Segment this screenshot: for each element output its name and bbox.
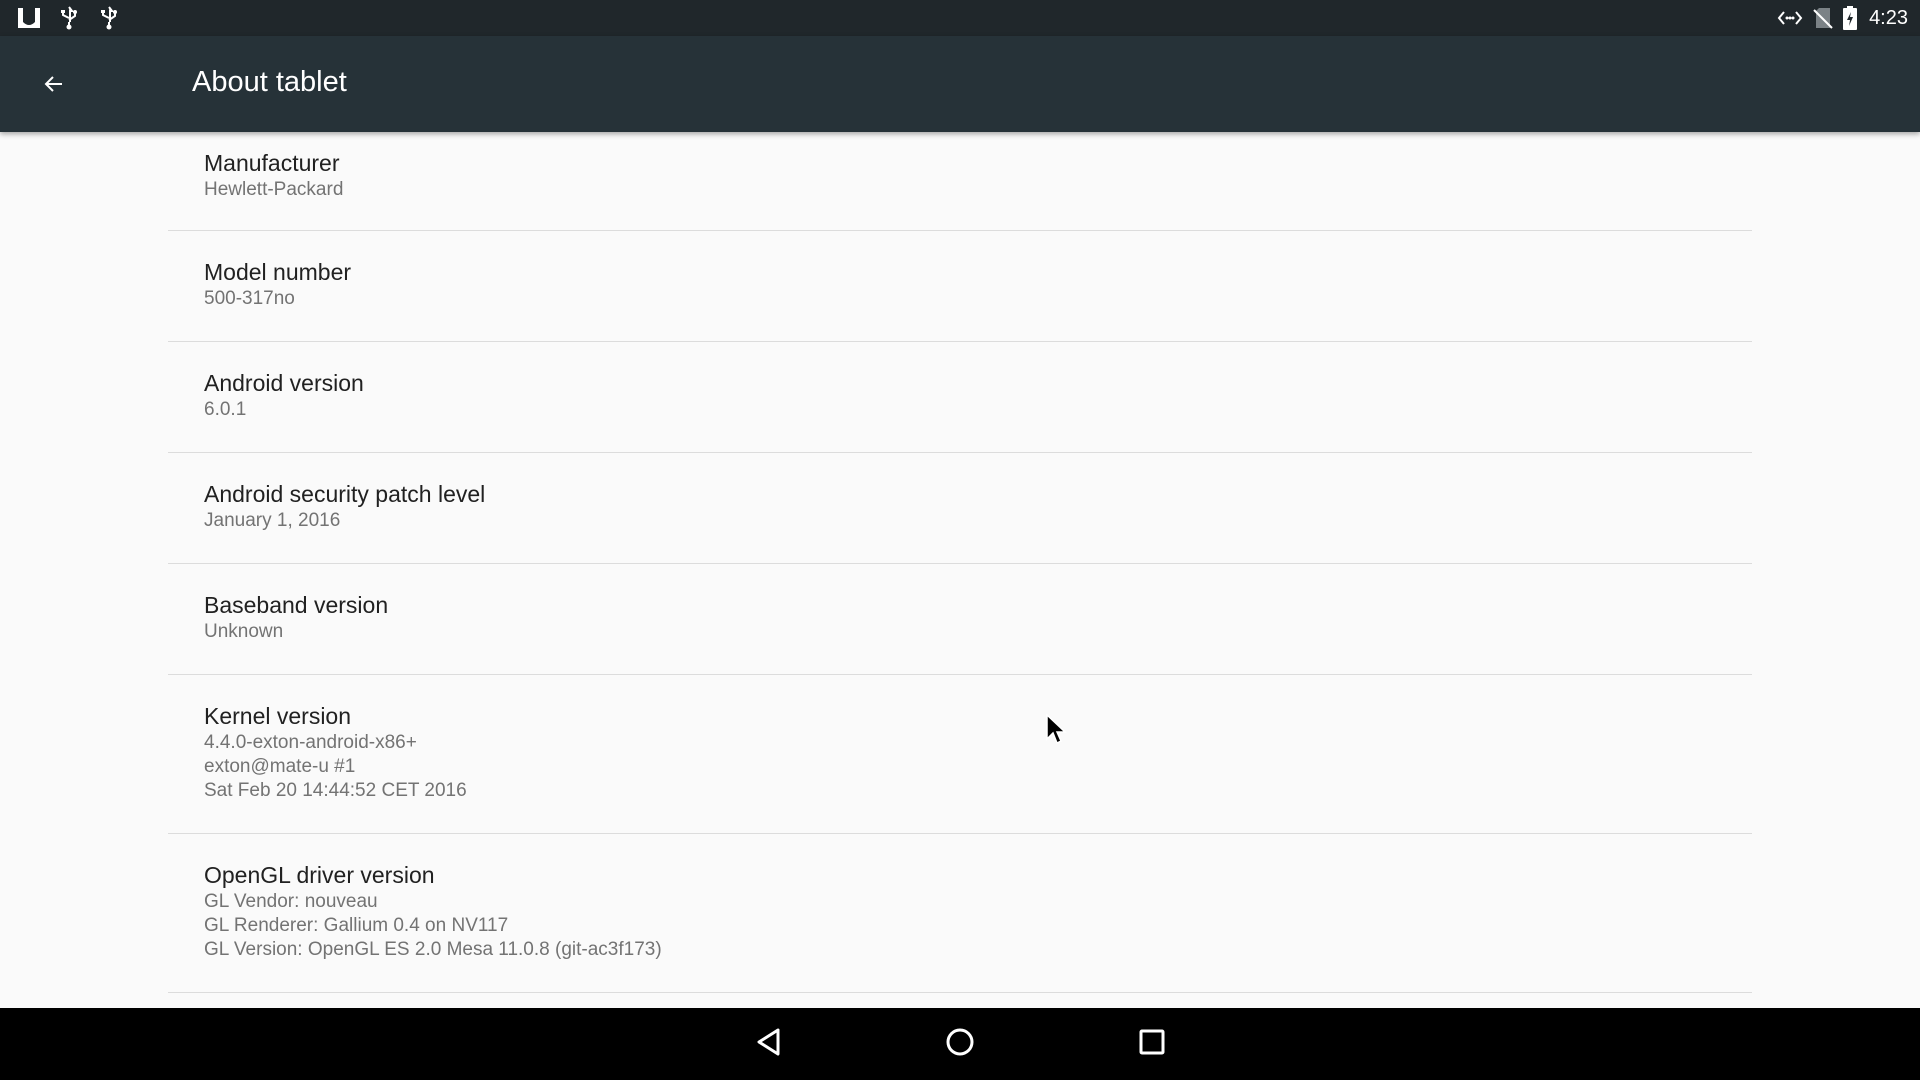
- item-value: January 1, 2016: [204, 509, 1752, 533]
- value-line: Unknown: [204, 621, 284, 642]
- value-line: GL Version: OpenGL ES 2.0 Mesa 11.0.8 (g…: [204, 939, 662, 960]
- no-sim-icon: [1813, 6, 1833, 30]
- back-button[interactable]: [28, 60, 80, 112]
- value-line: January 1, 2016: [204, 510, 341, 531]
- value-line: GL Vendor: nouveau: [204, 891, 378, 912]
- status-left-icons: [16, 4, 136, 32]
- value-line: 4.4.0-exton-android-x86+: [204, 732, 417, 753]
- list-item-security-patch[interactable]: Android security patch level January 1, …: [168, 453, 1752, 564]
- arrow-back-icon: [44, 74, 64, 99]
- item-title: Kernel version: [204, 703, 352, 729]
- status-clock: 4:23: [1869, 6, 1908, 29]
- item-value: 500-317no: [204, 287, 1752, 311]
- back-triangle-icon: [754, 1027, 784, 1062]
- item-value: 6.0.1: [204, 398, 1752, 422]
- item-title: Manufacturer: [204, 150, 340, 176]
- list-item-model-number[interactable]: Model number 500-317no: [168, 231, 1752, 342]
- data-transfer-icon: [1777, 6, 1803, 30]
- list-item-android-version[interactable]: Android version 6.0.1: [168, 342, 1752, 453]
- item-title: Android security patch level: [204, 481, 486, 507]
- item-value: 4.4.0-exton-android-x86+ exton@mate-u #1…: [204, 731, 1752, 803]
- nav-back-button[interactable]: [737, 1020, 801, 1068]
- item-value: Unknown: [204, 620, 1752, 644]
- list-item-opengl-driver-version[interactable]: OpenGL driver version GL Vendor: nouveau…: [168, 834, 1752, 993]
- item-value: GL Vendor: nouveau GL Renderer: Gallium …: [204, 890, 1752, 962]
- value-line: 6.0.1: [204, 399, 247, 420]
- navigation-bar: [0, 1008, 1920, 1080]
- item-title: Android version: [204, 370, 364, 396]
- value-line: exton@mate-u #1: [204, 756, 356, 777]
- status-bar: 4:23: [0, 0, 1920, 36]
- value-line: Sat Feb 20 14:44:52 CET 2016: [204, 780, 467, 801]
- list-item-manufacturer[interactable]: Manufacturer Hewlett-Packard: [168, 132, 1752, 231]
- recents-square-icon: [1138, 1028, 1166, 1061]
- app-bar: About tablet: [0, 36, 1920, 132]
- list-item-kernel-version[interactable]: Kernel version 4.4.0-exton-android-x86+ …: [168, 675, 1752, 834]
- item-value: Hewlett-Packard: [204, 178, 1752, 202]
- battery-charging-icon: [1843, 6, 1858, 30]
- home-circle-icon: [945, 1027, 975, 1062]
- item-title: OpenGL driver version: [204, 862, 435, 888]
- page-title: About tablet: [192, 66, 347, 98]
- value-line: Hewlett-Packard: [204, 179, 344, 200]
- mouse-cursor-icon: [1046, 713, 1068, 751]
- nav-home-button[interactable]: [928, 1020, 992, 1068]
- settings-content[interactable]: Manufacturer Hewlett-Packard Model numbe…: [0, 132, 1920, 1008]
- app-notification-icon: [16, 4, 42, 32]
- nav-recents-button[interactable]: [1120, 1020, 1184, 1068]
- value-line: 500-317no: [204, 288, 295, 309]
- item-title: Baseband version: [204, 592, 389, 618]
- info-list: Manufacturer Hewlett-Packard Model numbe…: [168, 132, 1752, 993]
- usb-icon: [56, 4, 82, 32]
- status-right-icons: 4:23: [1777, 0, 1908, 36]
- value-line: GL Renderer: Gallium 0.4 on NV117: [204, 915, 509, 936]
- list-item-baseband-version[interactable]: Baseband version Unknown: [168, 564, 1752, 675]
- usb-icon: [96, 4, 122, 32]
- item-title: Model number: [204, 259, 352, 285]
